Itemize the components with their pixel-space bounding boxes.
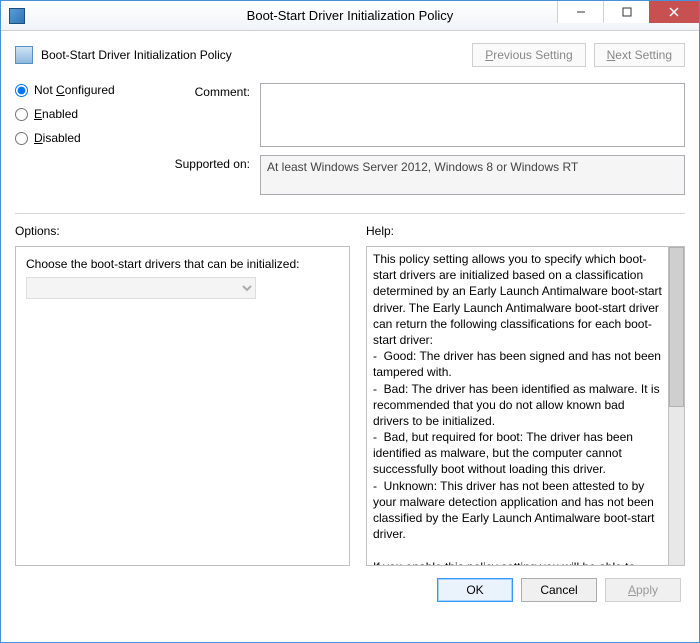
radio-not-configured[interactable] [15, 84, 28, 97]
comment-label: Comment: [165, 83, 250, 147]
dialog-buttons: OK Cancel Apply [15, 578, 685, 602]
policy-icon [15, 46, 33, 64]
content-area: Boot-Start Driver Initialization Policy … [1, 31, 699, 614]
options-section-label: Options: [15, 224, 350, 238]
comment-textarea[interactable] [260, 83, 685, 147]
scrollbar-thumb[interactable] [669, 247, 684, 407]
cancel-button[interactable]: Cancel [521, 578, 597, 602]
dialog-scrollbar[interactable] [669, 246, 685, 566]
radio-enabled-label[interactable]: Enabled [34, 107, 78, 121]
options-choose-label: Choose the boot-start drivers that can b… [26, 257, 339, 271]
lower-area: Options: Choose the boot-start drivers t… [15, 224, 685, 566]
radio-disabled-label[interactable]: Disabled [34, 131, 81, 145]
titlebar: Boot-Start Driver Initialization Policy [1, 1, 699, 31]
window-controls [557, 1, 699, 23]
config-row: Not Configured Enabled Disabled Comment:… [15, 83, 685, 203]
radio-not-configured-label[interactable]: Not Configured [34, 83, 115, 97]
help-section-label: Help: [366, 224, 685, 238]
radio-disabled[interactable] [15, 132, 28, 145]
header-row: Boot-Start Driver Initialization Policy … [15, 43, 685, 67]
separator [15, 213, 685, 214]
state-radio-group: Not Configured Enabled Disabled [15, 83, 135, 203]
close-button[interactable] [649, 1, 699, 23]
next-setting-button[interactable]: Next Setting [594, 43, 685, 67]
supported-on-label: Supported on: [165, 155, 250, 195]
ok-button[interactable]: OK [437, 578, 513, 602]
options-panel: Choose the boot-start drivers that can b… [15, 246, 350, 566]
previous-setting-button[interactable]: Previous Setting [472, 43, 585, 67]
minimize-button[interactable] [557, 1, 603, 23]
boot-drivers-combo[interactable] [26, 277, 256, 299]
supported-on-text [260, 155, 685, 195]
radio-enabled[interactable] [15, 108, 28, 121]
policy-name: Boot-Start Driver Initialization Policy [41, 48, 232, 62]
help-textarea[interactable] [366, 246, 669, 566]
apply-button[interactable]: Apply [605, 578, 681, 602]
app-icon [9, 8, 25, 24]
maximize-button[interactable] [603, 1, 649, 23]
